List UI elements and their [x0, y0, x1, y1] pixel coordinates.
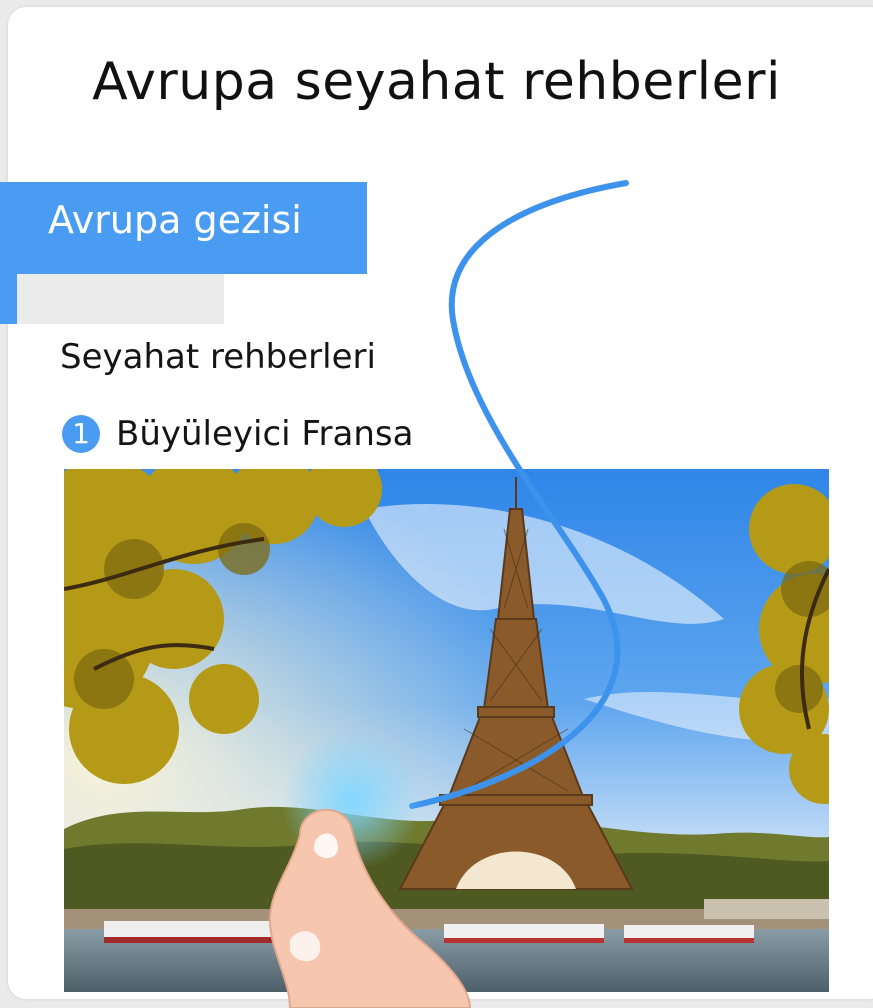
eiffel-tower-photo	[64, 469, 829, 992]
tab-label: Avrupa gezisi	[48, 198, 302, 242]
page-title: Avrupa seyahat rehberleri	[92, 52, 781, 112]
list-item[interactable]: 1 Büyüleyici Fransa	[62, 412, 413, 456]
list-item-label: Büyüleyici Fransa	[116, 414, 414, 454]
section-heading: Seyahat rehberleri	[60, 337, 376, 377]
number-badge: 1	[62, 415, 100, 453]
placeholder-bar	[17, 274, 224, 324]
tab-accent-stub	[0, 274, 17, 324]
